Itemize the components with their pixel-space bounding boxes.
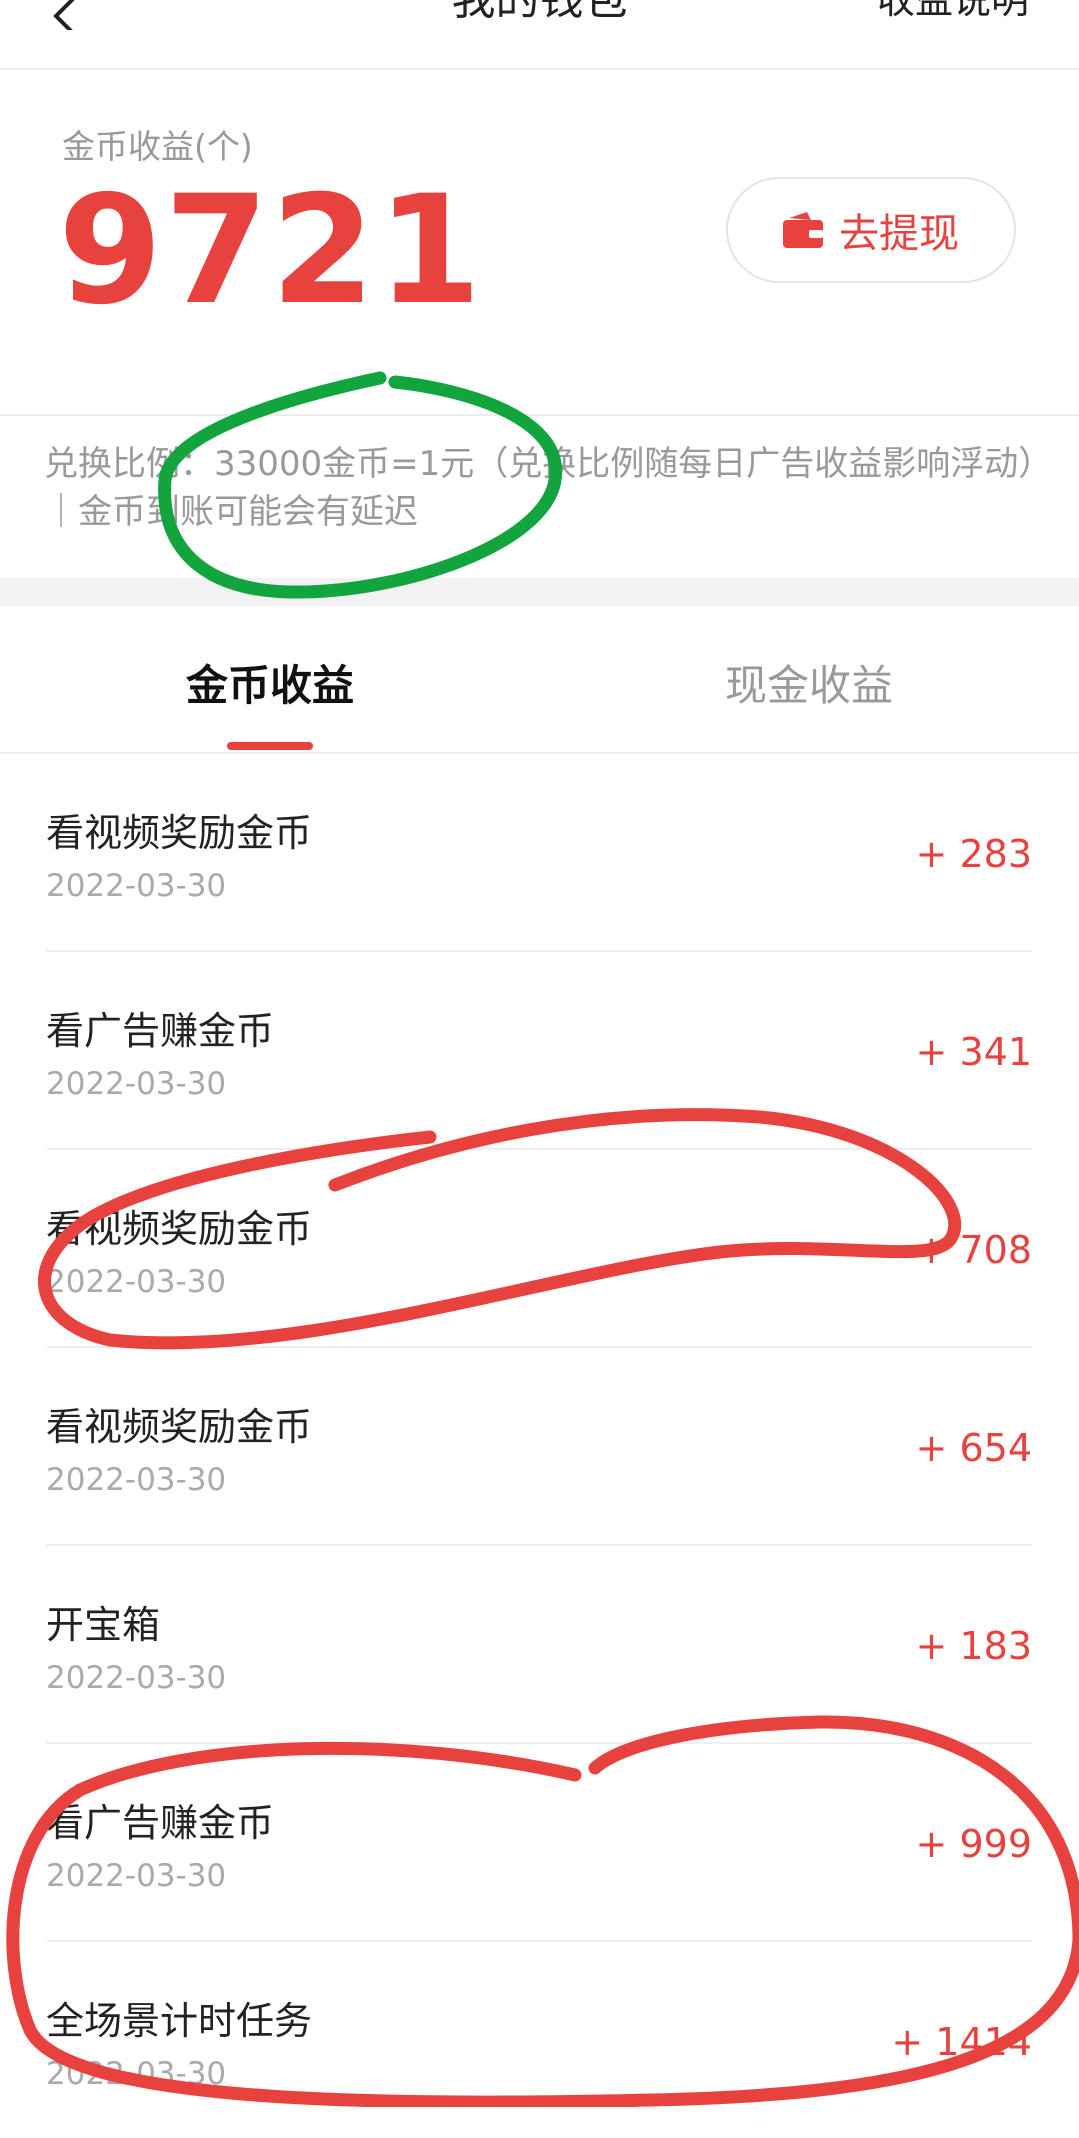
record-title: 看视频奖励金币 bbox=[46, 1405, 313, 1449]
record-amount: + 341 bbox=[915, 1030, 1032, 1074]
nav-bar: 我的钱包 收益说明 bbox=[0, 0, 1079, 70]
record-amount: + 1414 bbox=[891, 2020, 1032, 2064]
active-tab-indicator bbox=[227, 742, 313, 750]
record-amount: + 999 bbox=[915, 1822, 1032, 1866]
balance-label: 金币收益(个) bbox=[62, 127, 253, 166]
earnings-info-link[interactable]: 收益说明 bbox=[877, 0, 1029, 22]
list-item[interactable]: 开宝箱 2022-03-30 + 183 bbox=[46, 1546, 1032, 1744]
list-item[interactable]: 看视频奖励金币 2022-03-30 + 283 bbox=[46, 754, 1032, 952]
withdraw-button[interactable]: 去提现 bbox=[726, 177, 1016, 283]
record-title: 全场景计时任务 bbox=[46, 1999, 313, 2043]
record-title: 看广告赚金币 bbox=[46, 1801, 275, 1845]
exchange-rate-notice: 兑换比例：33000金币=1元（兑换比例随每日广告收益影响浮动）｜金币到账可能会… bbox=[44, 444, 1036, 532]
record-date: 2022-03-30 bbox=[46, 2056, 227, 2092]
list-item[interactable]: 看视频奖励金币 2022-03-30 + 654 bbox=[46, 1348, 1032, 1546]
list-item[interactable]: 看广告赚金币 2022-03-30 + 999 bbox=[46, 1744, 1032, 1942]
record-date: 2022-03-30 bbox=[46, 1066, 227, 1102]
list-item[interactable]: 看广告赚金币 2022-03-30 + 341 bbox=[46, 952, 1032, 1150]
record-date: 2022-03-30 bbox=[46, 1660, 227, 1696]
record-amount: + 708 bbox=[915, 1228, 1032, 1272]
list-item[interactable]: 看视频奖励金币 2022-03-30 + 708 bbox=[46, 1150, 1032, 1348]
list-item[interactable]: 全场景计时任务 2022-03-30 + 1414 bbox=[46, 1942, 1032, 2138]
record-title: 开宝箱 bbox=[46, 1603, 161, 1647]
record-title: 看广告赚金币 bbox=[46, 1009, 275, 1053]
withdraw-label: 去提现 bbox=[839, 211, 959, 257]
tab-cash-earnings[interactable]: 现金收益 bbox=[659, 652, 959, 713]
record-date: 2022-03-30 bbox=[46, 1264, 227, 1300]
record-date: 2022-03-30 bbox=[46, 1462, 227, 1498]
record-title: 看视频奖励金币 bbox=[46, 811, 313, 855]
tab-coin-earnings[interactable]: 金币收益 bbox=[120, 652, 420, 713]
record-amount: + 283 bbox=[915, 832, 1032, 876]
earnings-list: 看视频奖励金币 2022-03-30 + 283 看广告赚金币 2022-03-… bbox=[46, 754, 1032, 2138]
earnings-tabs: 金币收益 现金收益 bbox=[0, 606, 1079, 754]
record-date: 2022-03-30 bbox=[46, 868, 227, 904]
section-separator bbox=[0, 578, 1079, 606]
record-date: 2022-03-30 bbox=[46, 1858, 227, 1894]
record-amount: + 183 bbox=[915, 1624, 1032, 1668]
divider bbox=[0, 414, 1079, 416]
record-title: 看视频奖励金币 bbox=[46, 1207, 313, 1251]
wallet-icon bbox=[783, 212, 823, 248]
record-amount: + 654 bbox=[915, 1426, 1032, 1470]
balance-value: 9721 bbox=[58, 164, 484, 338]
